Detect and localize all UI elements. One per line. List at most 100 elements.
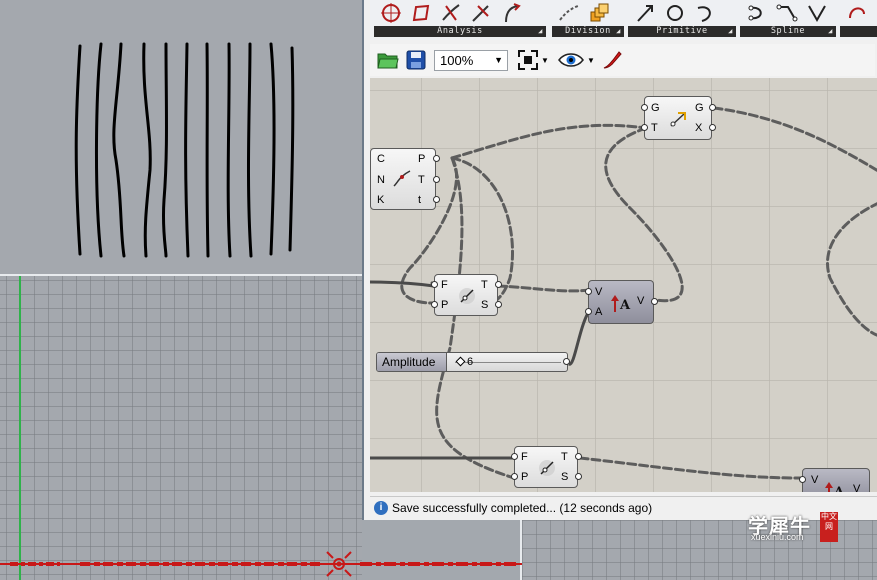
- curve-closest-point-component[interactable]: G T G X: [641, 96, 716, 140]
- curve-line: [246, 42, 253, 258]
- folder-icon: [377, 53, 399, 69]
- wire: [578, 456, 802, 480]
- output-port[interactable]: [495, 281, 502, 288]
- input-port[interactable]: [585, 308, 592, 315]
- svg-text:A: A: [833, 485, 845, 492]
- eye-icon: [558, 53, 584, 67]
- port-output-label: G: [695, 102, 704, 114]
- port-input-label: F: [521, 451, 528, 463]
- preview-mode-button[interactable]: [556, 48, 586, 72]
- slider-handle[interactable]: [455, 356, 466, 367]
- open-file-button[interactable]: [376, 48, 400, 72]
- vector-amplitude-component[interactable]: V V A: [799, 468, 870, 492]
- perp-frame-icon[interactable]: [438, 0, 464, 26]
- zoom-extents-button[interactable]: [516, 48, 540, 72]
- evaluate-curve-icon[interactable]: [378, 0, 404, 26]
- curve-line: [94, 42, 103, 258]
- line-sdl-icon[interactable]: [632, 0, 658, 26]
- gh-ribbon: Analysis ◢ Division ◢ Primitive ◢ Spline…: [370, 0, 877, 40]
- save-file-button[interactable]: [404, 48, 428, 72]
- divide-curve-icon[interactable]: [556, 0, 582, 26]
- frame-icon: [535, 456, 559, 480]
- curve-parameter-component[interactable]: F P T S: [431, 274, 502, 316]
- ribbon-label-spline: Spline: [770, 26, 806, 36]
- horizontal-frame-icon[interactable]: [468, 0, 494, 26]
- grasshopper-window[interactable]: Analysis ◢ Division ◢ Primitive ◢ Spline…: [362, 0, 877, 520]
- evaluate-curve-icon: [391, 167, 413, 189]
- port-output-label: X: [695, 122, 703, 134]
- evaluate-length-component[interactable]: C N K P T t: [370, 148, 440, 210]
- rhino-top-viewport[interactable]: [0, 0, 362, 274]
- zoom-value: 100%: [440, 53, 474, 68]
- curve-line: [161, 42, 168, 258]
- output-port[interactable]: [433, 155, 440, 162]
- port-input-label: P: [441, 299, 449, 311]
- port-input-label: T: [651, 122, 658, 134]
- port-output-label: V: [637, 295, 645, 307]
- paint-brush-icon: [603, 51, 622, 69]
- offset-curve-icon[interactable]: [844, 0, 870, 26]
- input-port[interactable]: [641, 124, 648, 131]
- input-port[interactable]: [511, 473, 518, 480]
- watermark-seal: 中文网: [820, 512, 838, 542]
- output-port[interactable]: [575, 453, 582, 460]
- frame-icon: [455, 284, 479, 308]
- point-on-curve-icon: [667, 107, 691, 131]
- gh-canvas[interactable]: C N K P T t G T G X F P T S V A V A Ampl…: [370, 78, 877, 492]
- nurbs-curve-icon[interactable]: [774, 0, 800, 26]
- watermark-url: xuexiniu.com: [751, 532, 804, 542]
- circle-icon[interactable]: [662, 0, 688, 26]
- output-port[interactable]: [709, 104, 716, 111]
- curve-line: [142, 42, 152, 258]
- output-port[interactable]: [433, 196, 440, 203]
- port-input-label: A: [595, 306, 603, 318]
- amplitude-slider[interactable]: Amplitude 6: [376, 352, 570, 372]
- tangent-icon[interactable]: [498, 0, 524, 26]
- curve-line: [205, 42, 210, 258]
- curve-line: [269, 42, 276, 256]
- input-port[interactable]: [431, 301, 438, 308]
- input-port[interactable]: [641, 104, 648, 111]
- port-output-label: S: [561, 471, 569, 483]
- contour-icon[interactable]: [586, 0, 612, 26]
- port-output-label: T: [561, 451, 568, 463]
- ribbon-group-util: U: [840, 0, 877, 40]
- port-input-label: G: [651, 102, 660, 114]
- chevron-down-icon[interactable]: ▼: [540, 48, 550, 72]
- amplitude-icon: A: [609, 291, 635, 315]
- ribbon-label-primitive: Primitive: [656, 26, 708, 36]
- curve-line: [184, 42, 190, 258]
- output-port[interactable]: [575, 473, 582, 480]
- output-port[interactable]: [433, 176, 440, 183]
- input-port[interactable]: [431, 281, 438, 288]
- arc-icon[interactable]: [692, 0, 718, 26]
- zoom-dropdown[interactable]: 100% ▼: [434, 50, 508, 71]
- port-input-label: C: [377, 153, 385, 165]
- kinky-curve-icon[interactable]: [804, 0, 830, 26]
- output-port[interactable]: [709, 124, 716, 131]
- ribbon-group-primitive: Primitive ◢: [628, 0, 736, 40]
- input-port[interactable]: [799, 476, 806, 483]
- output-port[interactable]: [651, 298, 658, 305]
- port-output-label: t: [418, 194, 422, 206]
- port-input-label: N: [377, 174, 385, 186]
- input-port[interactable]: [585, 288, 592, 295]
- sketch-tool-button[interactable]: [600, 48, 624, 72]
- vector-amplitude-component[interactable]: V A V A: [585, 280, 658, 324]
- output-port[interactable]: [563, 358, 570, 365]
- curve-parameter-component[interactable]: F P T S: [511, 446, 582, 488]
- output-port[interactable]: [495, 301, 502, 308]
- wire: [826, 202, 877, 337]
- curve-line: [226, 42, 232, 258]
- input-port[interactable]: [511, 453, 518, 460]
- port-input-label: V: [595, 286, 603, 298]
- interpolate-icon[interactable]: [744, 0, 770, 26]
- screen: Analysis ◢ Division ◢ Primitive ◢ Spline…: [0, 0, 877, 580]
- port-input-label: P: [521, 471, 529, 483]
- chevron-down-icon[interactable]: ▼: [586, 48, 596, 72]
- floppy-disk-icon: [406, 50, 426, 70]
- curve-line: [288, 46, 295, 252]
- curve-frame-icon[interactable]: [408, 0, 434, 26]
- ribbon-label-analysis: Analysis: [437, 26, 483, 36]
- port-output-label: T: [481, 279, 488, 291]
